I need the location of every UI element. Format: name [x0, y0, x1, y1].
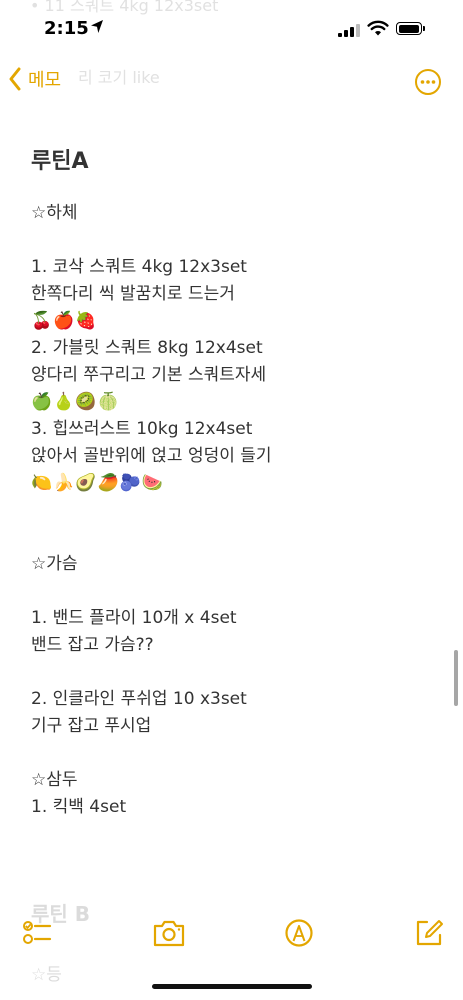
status-time: 2:15: [44, 18, 89, 39]
ghost-scrolled-text-2: 리 코기 like: [78, 68, 160, 87]
scroll-indicator[interactable]: [454, 650, 458, 706]
faded-next-line: ☆등: [31, 965, 62, 985]
more-options-icon[interactable]: [414, 68, 442, 96]
section-heading-lower-body: ☆하체: [31, 203, 78, 223]
compose-icon[interactable]: [414, 918, 444, 948]
cellular-signal-icon: [338, 24, 360, 37]
emoji-row-3: 🍋🍌🥑🥭🫐🍉: [31, 473, 165, 493]
ghost-scrolled-text: • 11 스쿼트 4kg 12x3set: [30, 0, 219, 15]
markup-pen-icon[interactable]: [284, 918, 314, 948]
exercise-2: 2. 가블릿 스쿼트 8kg 12x4set: [31, 338, 263, 358]
bottom-toolbar: [0, 910, 463, 960]
nav-bar: 리 코기 like 메모: [0, 60, 463, 104]
home-indicator[interactable]: [152, 984, 312, 989]
wifi-icon: [367, 20, 389, 36]
chest-exercise-2: 2. 인클라인 푸쉬업 10 x3set: [31, 689, 247, 709]
chest-exercise-1-note: 밴드 잡고 가슴??: [31, 635, 154, 655]
emoji-row-2: 🍏🍐🥝🍈: [31, 392, 120, 412]
checklist-icon[interactable]: [22, 918, 52, 948]
exercise-1: 1. 코삭 스쿼트 4kg 12x3set: [31, 257, 247, 277]
exercise-3-note: 앉아서 골반위에 얹고 엉덩이 들기: [31, 446, 272, 466]
emoji-row-1: 🍒🍎🍓: [31, 311, 98, 331]
exercise-2-note: 양다리 쭈구리고 기본 스쿼트자세: [31, 365, 267, 385]
back-button[interactable]: 메모: [8, 66, 61, 92]
section-heading-triceps: ☆삼두: [31, 770, 78, 790]
status-bar: • 11 스쿼트 4kg 12x3set 2:15: [0, 0, 463, 56]
section-heading-chest: ☆가슴: [31, 554, 78, 574]
note-title: 루틴A: [31, 149, 89, 174]
location-arrow-icon: [91, 20, 103, 33]
chest-exercise-1: 1. 밴드 플라이 10개 x 4set: [31, 608, 237, 628]
battery-icon: [396, 22, 425, 35]
triceps-exercise-1: 1. 킥백 4set: [31, 797, 127, 817]
exercise-1-note: 한쪽다리 씩 발꿈치로 드는거: [31, 284, 235, 304]
chevron-left-icon: [9, 67, 21, 91]
exercise-3: 3. 힙쓰러스트 10kg 12x4set: [31, 419, 253, 439]
camera-icon[interactable]: [152, 918, 186, 948]
chest-exercise-2-note: 기구 잡고 푸시업: [31, 716, 152, 736]
note-body[interactable]: 루틴A ☆하체 1. 코삭 스쿼트 4kg 12x3set 한쪽다리 씩 발꿈치…: [31, 146, 441, 821]
back-label: 메모: [28, 70, 62, 91]
